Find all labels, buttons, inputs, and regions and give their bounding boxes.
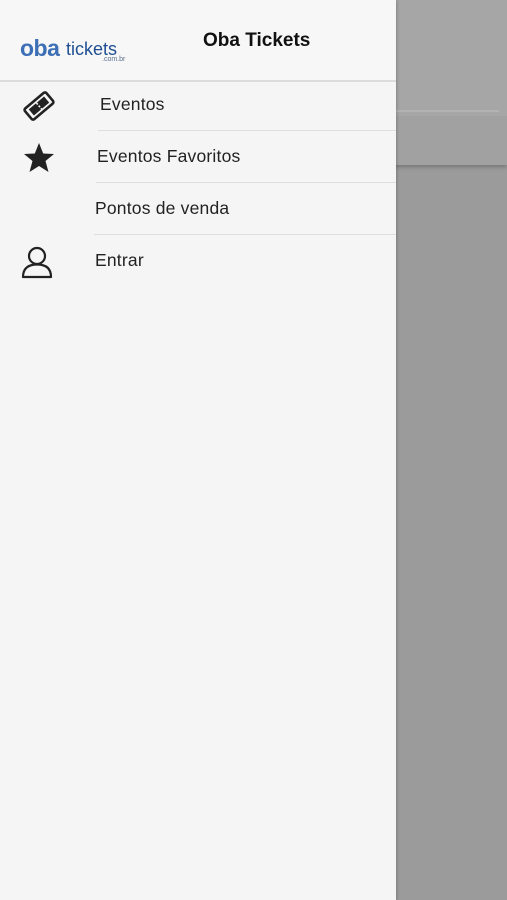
background-divider xyxy=(396,110,499,112)
drawer-header: oba tickets .com.br Oba Tickets xyxy=(0,0,396,82)
menu-item-label: Entrar xyxy=(95,250,144,270)
logo-domain-text: .com.br xyxy=(102,56,126,63)
menu-item-entrar[interactable]: Entrar xyxy=(0,235,396,287)
oba-tickets-logo: oba tickets .com.br xyxy=(20,36,128,64)
menu-item-label: Eventos xyxy=(100,94,165,114)
menu-item-label: Eventos Favoritos xyxy=(97,146,241,166)
ticket-icon xyxy=(22,89,56,123)
star-icon xyxy=(22,141,56,175)
menu-item-eventos-favoritos[interactable]: Eventos Favoritos xyxy=(0,131,396,183)
drawer-title: Oba Tickets xyxy=(203,30,311,51)
menu-item-label: Pontos de venda xyxy=(95,198,230,218)
menu-item-pontos-de-venda[interactable]: Pontos de venda xyxy=(0,183,396,235)
logo-oba-text: oba xyxy=(20,35,60,61)
user-icon xyxy=(20,245,54,279)
app-screen: s oba tickets .com.br Oba Tickets xyxy=(0,0,507,900)
menu-item-eventos[interactable]: Eventos xyxy=(0,79,396,131)
navigation-drawer: oba tickets .com.br Oba Tickets Eventos xyxy=(0,0,396,900)
